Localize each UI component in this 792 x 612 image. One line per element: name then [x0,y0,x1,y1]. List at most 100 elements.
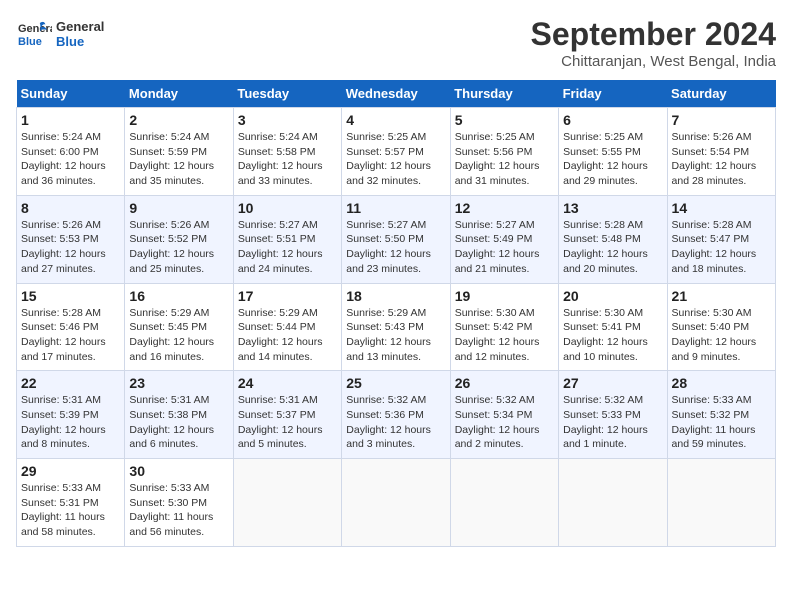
weekday-header-row: SundayMondayTuesdayWednesdayThursdayFrid… [17,80,776,108]
calendar-table: SundayMondayTuesdayWednesdayThursdayFrid… [16,80,776,547]
day-number: 25 [346,375,445,391]
weekday-header-tuesday: Tuesday [233,80,341,108]
day-info: Sunrise: 5:26 AM Sunset: 5:53 PM Dayligh… [21,218,120,277]
calendar-cell [667,459,775,547]
day-info: Sunrise: 5:24 AM Sunset: 6:00 PM Dayligh… [21,130,120,189]
page-header: General Blue General Blue September 2024… [16,16,776,70]
calendar-cell: 5 Sunrise: 5:25 AM Sunset: 5:56 PM Daylig… [450,108,558,196]
calendar-cell: 17Sunrise: 5:29 AM Sunset: 5:44 PM Dayli… [233,283,341,371]
day-number: 13 [563,200,662,216]
day-info: Sunrise: 5:29 AM Sunset: 5:45 PM Dayligh… [129,306,228,365]
day-number: 5 [455,112,554,128]
day-info: Sunrise: 5:27 AM Sunset: 5:50 PM Dayligh… [346,218,445,277]
weekday-header-monday: Monday [125,80,233,108]
calendar-cell: 12 Sunrise: 5:27 AM Sunset: 5:49 PM Dayli… [450,195,558,283]
calendar-cell: 24Sunrise: 5:31 AM Sunset: 5:37 PM Dayli… [233,371,341,459]
calendar-cell: 27Sunrise: 5:32 AM Sunset: 5:33 PM Dayli… [559,371,667,459]
calendar-cell: 26 Sunrise: 5:32 AM Sunset: 5:34 PM Dayli… [450,371,558,459]
calendar-cell: 14 Sunrise: 5:28 AM Sunset: 5:47 PM Dayli… [667,195,775,283]
day-info: Sunrise: 5:30 AM Sunset: 5:42 PM Dayligh… [455,306,554,365]
day-number: 15 [21,288,120,304]
calendar-cell: 1 Sunrise: 5:24 AM Sunset: 6:00 PM Daylig… [17,108,125,196]
calendar-cell: 3 Sunrise: 5:24 AM Sunset: 5:58 PM Daylig… [233,108,341,196]
day-number: 4 [346,112,445,128]
calendar-week-row: 1 Sunrise: 5:24 AM Sunset: 6:00 PM Daylig… [17,108,776,196]
day-info: Sunrise: 5:26 AM Sunset: 5:54 PM Dayligh… [672,130,771,189]
calendar-cell: 29Sunrise: 5:33 AM Sunset: 5:31 PM Dayli… [17,459,125,547]
calendar-cell [342,459,450,547]
weekday-header-friday: Friday [559,80,667,108]
weekday-header-saturday: Saturday [667,80,775,108]
calendar-cell [450,459,558,547]
day-number: 8 [21,200,120,216]
day-number: 6 [563,112,662,128]
day-number: 9 [129,200,228,216]
calendar-cell: 9Sunrise: 5:26 AM Sunset: 5:52 PM Daylig… [125,195,233,283]
svg-text:General: General [18,23,52,35]
day-number: 19 [455,288,554,304]
weekday-header-thursday: Thursday [450,80,558,108]
calendar-cell: 16 Sunrise: 5:29 AM Sunset: 5:45 PM Dayli… [125,283,233,371]
svg-text:Blue: Blue [18,36,42,48]
day-info: Sunrise: 5:28 AM Sunset: 5:47 PM Dayligh… [672,218,771,277]
calendar-cell: 11Sunrise: 5:27 AM Sunset: 5:50 PM Dayli… [342,195,450,283]
calendar-cell: 20Sunrise: 5:30 AM Sunset: 5:41 PM Dayli… [559,283,667,371]
day-number: 7 [672,112,771,128]
day-number: 22 [21,375,120,391]
day-info: Sunrise: 5:33 AM Sunset: 5:32 PM Dayligh… [672,393,771,452]
day-number: 14 [672,200,771,216]
day-number: 27 [563,375,662,391]
calendar-cell: 25 Sunrise: 5:32 AM Sunset: 5:36 PM Dayli… [342,371,450,459]
calendar-week-row: 8 Sunrise: 5:26 AM Sunset: 5:53 PM Daylig… [17,195,776,283]
day-info: Sunrise: 5:31 AM Sunset: 5:39 PM Dayligh… [21,393,120,452]
day-number: 29 [21,463,120,479]
logo-text-blue: Blue [56,34,104,49]
day-info: Sunrise: 5:30 AM Sunset: 5:40 PM Dayligh… [672,306,771,365]
calendar-cell: 22 Sunrise: 5:31 AM Sunset: 5:39 PM Dayli… [17,371,125,459]
calendar-cell [559,459,667,547]
calendar-cell: 4Sunrise: 5:25 AM Sunset: 5:57 PM Daylig… [342,108,450,196]
calendar-cell: 2Sunrise: 5:24 AM Sunset: 5:59 PM Daylig… [125,108,233,196]
calendar-cell: 7 Sunrise: 5:26 AM Sunset: 5:54 PM Daylig… [667,108,775,196]
calendar-cell: 15 Sunrise: 5:28 AM Sunset: 5:46 PM Dayli… [17,283,125,371]
calendar-week-row: 15 Sunrise: 5:28 AM Sunset: 5:46 PM Dayli… [17,283,776,371]
day-info: Sunrise: 5:25 AM Sunset: 5:56 PM Dayligh… [455,130,554,189]
day-number: 16 [129,288,228,304]
day-info: Sunrise: 5:24 AM Sunset: 5:58 PM Dayligh… [238,130,337,189]
day-number: 3 [238,112,337,128]
day-number: 1 [21,112,120,128]
day-info: Sunrise: 5:27 AM Sunset: 5:51 PM Dayligh… [238,218,337,277]
day-info: Sunrise: 5:32 AM Sunset: 5:34 PM Dayligh… [455,393,554,452]
day-info: Sunrise: 5:25 AM Sunset: 5:55 PM Dayligh… [563,130,662,189]
day-number: 30 [129,463,228,479]
calendar-cell: 19 Sunrise: 5:30 AM Sunset: 5:42 PM Dayli… [450,283,558,371]
day-info: Sunrise: 5:28 AM Sunset: 5:46 PM Dayligh… [21,306,120,365]
day-number: 12 [455,200,554,216]
day-number: 28 [672,375,771,391]
calendar-cell [233,459,341,547]
day-number: 26 [455,375,554,391]
day-number: 23 [129,375,228,391]
day-number: 18 [346,288,445,304]
day-info: Sunrise: 5:29 AM Sunset: 5:43 PM Dayligh… [346,306,445,365]
day-info: Sunrise: 5:32 AM Sunset: 5:36 PM Dayligh… [346,393,445,452]
day-info: Sunrise: 5:33 AM Sunset: 5:30 PM Dayligh… [129,481,228,540]
calendar-cell: 21 Sunrise: 5:30 AM Sunset: 5:40 PM Dayli… [667,283,775,371]
day-number: 21 [672,288,771,304]
day-number: 17 [238,288,337,304]
day-number: 10 [238,200,337,216]
weekday-header-sunday: Sunday [17,80,125,108]
logo-text-general: General [56,19,104,34]
day-info: Sunrise: 5:27 AM Sunset: 5:49 PM Dayligh… [455,218,554,277]
weekday-header-wednesday: Wednesday [342,80,450,108]
day-number: 2 [129,112,228,128]
calendar-cell: 30 Sunrise: 5:33 AM Sunset: 5:30 PM Dayli… [125,459,233,547]
day-info: Sunrise: 5:28 AM Sunset: 5:48 PM Dayligh… [563,218,662,277]
calendar-cell: 28 Sunrise: 5:33 AM Sunset: 5:32 PM Dayli… [667,371,775,459]
day-info: Sunrise: 5:31 AM Sunset: 5:37 PM Dayligh… [238,393,337,452]
title-area: September 2024 Chittaranjan, West Bengal… [531,16,776,70]
calendar-cell: 18 Sunrise: 5:29 AM Sunset: 5:43 PM Dayli… [342,283,450,371]
calendar-cell: 10 Sunrise: 5:27 AM Sunset: 5:51 PM Dayli… [233,195,341,283]
day-number: 20 [563,288,662,304]
month-title: September 2024 [531,16,776,53]
